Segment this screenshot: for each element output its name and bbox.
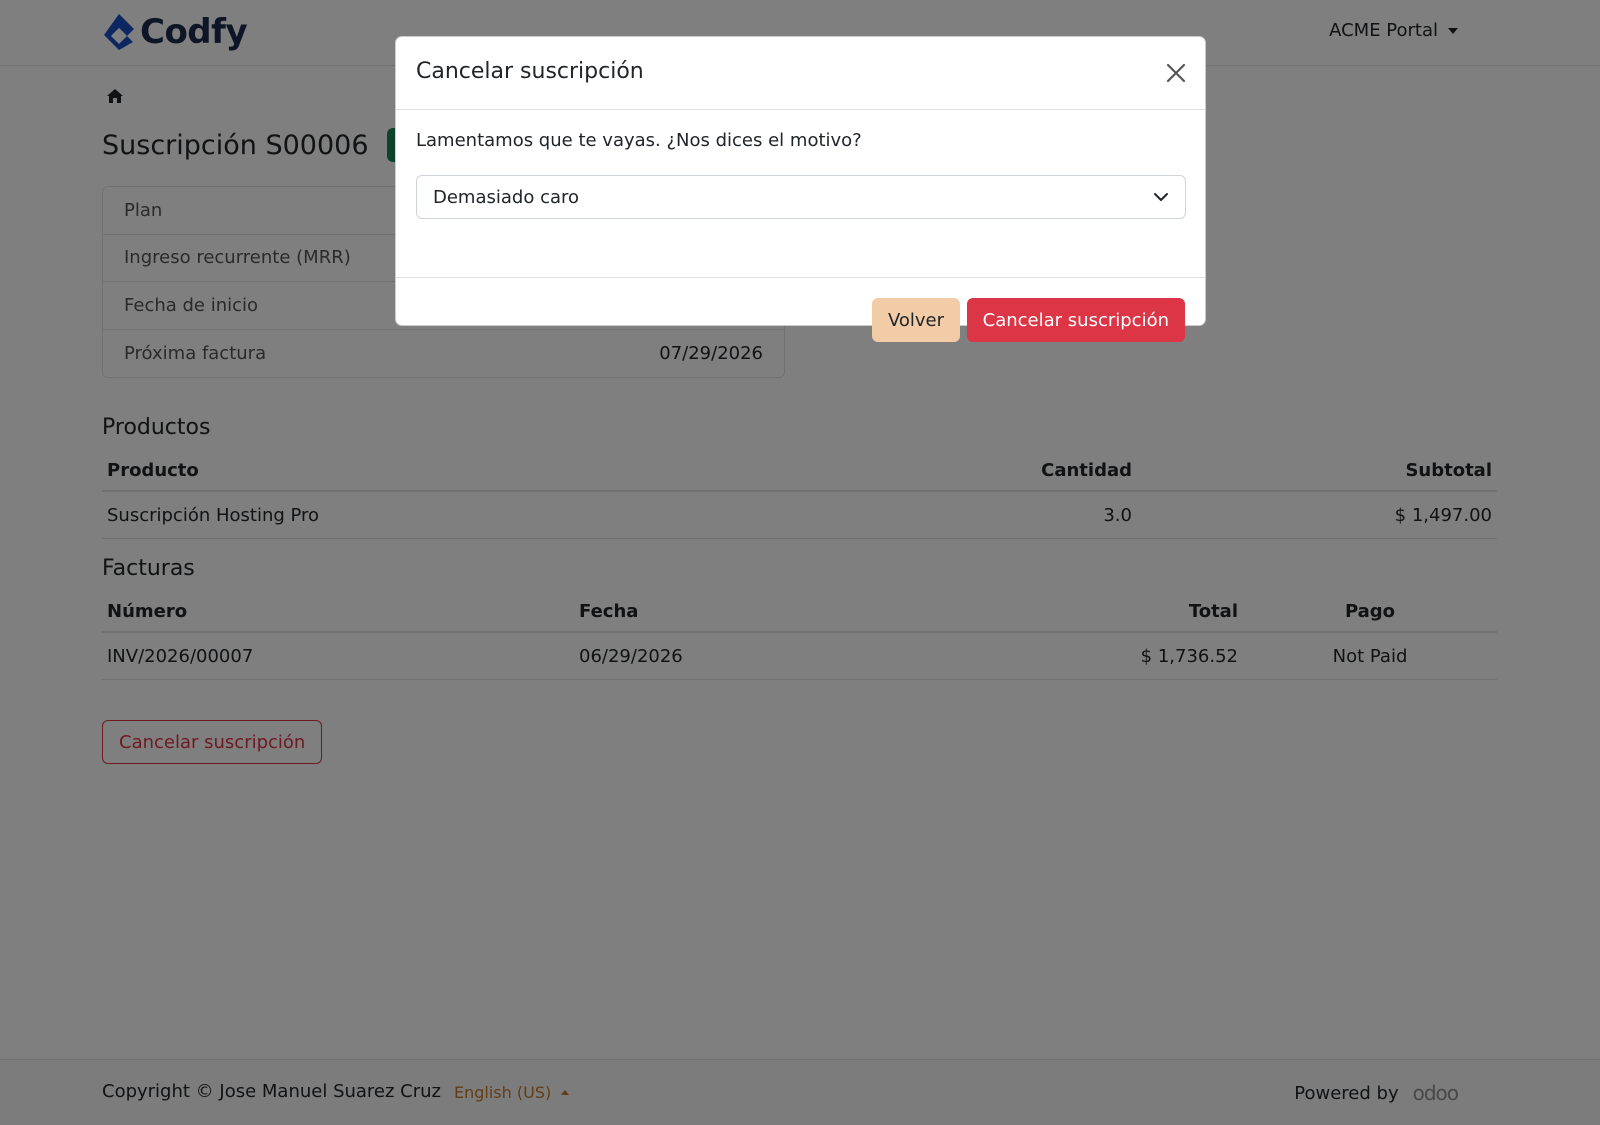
modal-body: Lamentamos que te vayas. ¿Nos dices el m…	[396, 110, 1205, 278]
close-icon	[1166, 63, 1186, 82]
cancel-reason-select[interactable]: Demasiado caro	[416, 175, 1186, 219]
cancel-subscription-dialog: Cancelar suscripción Lamentamos que te v…	[395, 36, 1206, 342]
close-button[interactable]	[1161, 59, 1191, 89]
confirm-cancel-button[interactable]: Cancelar suscripción	[966, 298, 1185, 342]
selected-reason: Demasiado caro	[433, 186, 580, 208]
back-button[interactable]: Volver	[871, 298, 960, 342]
modal-title: Cancelar suscripción	[416, 59, 644, 84]
modal-header: Cancelar suscripción	[396, 37, 1205, 110]
modal-footer: Volver Cancelar suscripción	[396, 278, 1205, 342]
chevron-down-icon	[1154, 193, 1168, 201]
cancel-reason-prompt: Lamentamos que te vayas. ¿Nos dices el m…	[416, 130, 862, 151]
